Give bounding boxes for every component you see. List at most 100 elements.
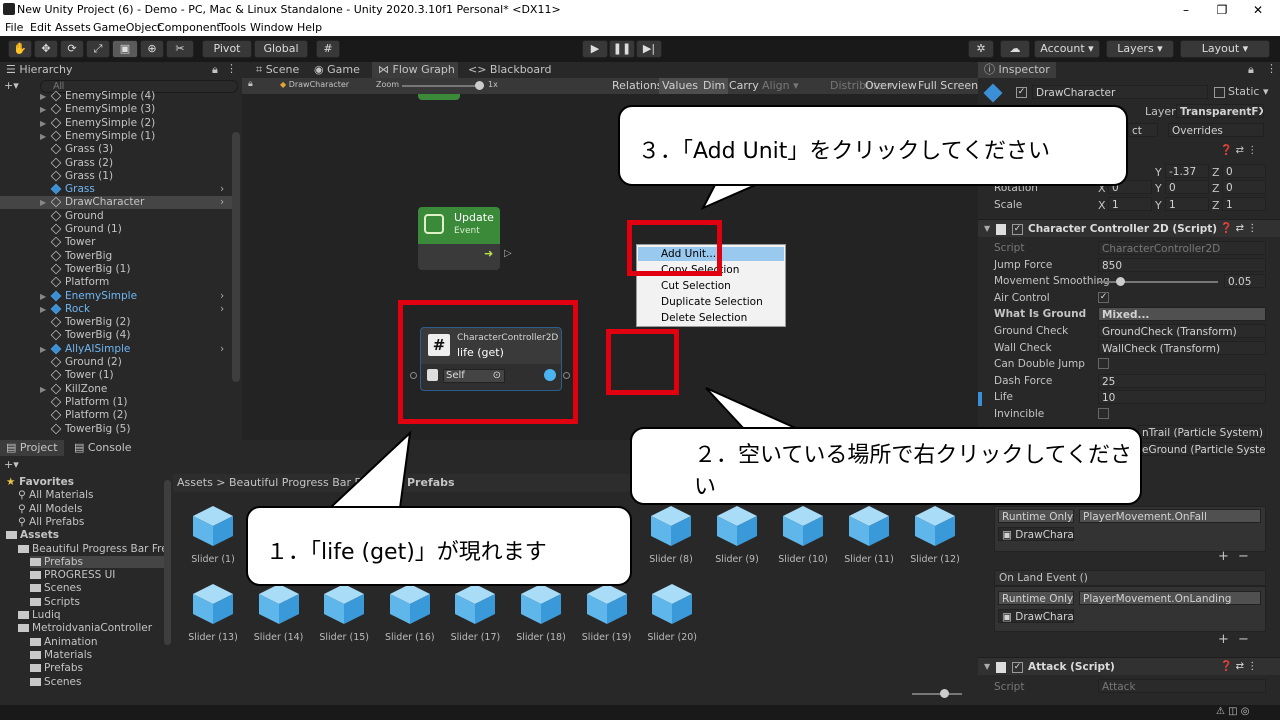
pivot-toggle[interactable]: Pivot xyxy=(202,40,252,58)
expand-arrow-icon[interactable]: ▶ xyxy=(40,117,46,130)
zoom-slider-thumb[interactable] xyxy=(475,81,484,90)
project-tree-item[interactable]: Ludiq xyxy=(18,609,164,621)
foldout-icon[interactable]: ▼ xyxy=(984,658,990,676)
component-enabled-checkbox[interactable]: ✓ xyxy=(1012,224,1023,235)
prefab-asset[interactable]: Slider (13) xyxy=(180,582,246,643)
scale-z-field[interactable]: 1 xyxy=(1222,197,1266,211)
step-button[interactable]: ▶| xyxy=(636,40,662,58)
move-tool-icon[interactable]: ✥ xyxy=(34,40,58,58)
hierarchy-item[interactable]: Grass › xyxy=(0,183,232,196)
target-object-field-2[interactable]: ▣ DrawChara xyxy=(998,609,1074,623)
expand-arrow-icon[interactable]: ▶ xyxy=(40,130,46,143)
add-listener-button-2[interactable]: + xyxy=(1218,632,1229,647)
attack-component-header[interactable]: ▼ ✓ Attack (Script) ❓ ⇄ ⋮ xyxy=(978,657,1280,675)
menu-item-cut-selection[interactable]: Cut Selection xyxy=(661,280,731,292)
hierarchy-item[interactable]: Grass (2) xyxy=(0,157,232,170)
expand-arrow-icon[interactable]: ▶ xyxy=(40,290,46,303)
static-dropdown[interactable]: Static ▾ xyxy=(1228,85,1268,98)
menu-tools[interactable]: Tools xyxy=(219,21,246,34)
tab-blackboard[interactable]: <> Blackboard xyxy=(462,62,557,78)
project-tree-item[interactable]: ★ Favorites xyxy=(6,476,164,488)
icon-size-slider[interactable] xyxy=(912,693,962,695)
overview-button[interactable]: Overview xyxy=(862,78,920,94)
menu-help[interactable]: Help xyxy=(297,21,322,34)
menu-item-delete-selection[interactable]: Delete Selection xyxy=(661,312,747,324)
hierarchy-item[interactable]: ▶ EnemySimple › xyxy=(0,290,232,303)
project-tree-item[interactable]: Prefabs xyxy=(30,555,164,568)
foldout-icon[interactable]: ▼ xyxy=(984,220,990,238)
menu-assets[interactable]: Assets xyxy=(55,21,91,34)
cc-field-checkbox[interactable]: ✓ xyxy=(1098,291,1109,303)
project-tree-item[interactable]: Scenes xyxy=(30,676,164,688)
chevron-right-icon[interactable]: › xyxy=(220,343,224,356)
hierarchy-item[interactable]: ▶ AllyAISimple › xyxy=(0,343,232,356)
hierarchy-item[interactable]: Platform (1) xyxy=(0,396,232,409)
hierarchy-item[interactable]: Grass (1) xyxy=(0,170,232,183)
expand-arrow-icon[interactable]: ▶ xyxy=(40,343,46,356)
cc-field-value[interactable]: Mixed... xyxy=(1098,307,1266,322)
prefab-asset[interactable]: Slider (18) xyxy=(508,582,574,643)
hierarchy-item[interactable]: Platform xyxy=(0,276,232,289)
hierarchy-item[interactable]: ▶ DrawCharacter › xyxy=(0,196,232,210)
flow-output-port[interactable]: ▷ xyxy=(504,248,512,259)
tab-hierarchy[interactable]: ☰ Hierarchy xyxy=(0,62,79,78)
layers-dropdown[interactable]: Layers ▾ xyxy=(1106,40,1174,58)
hierarchy-item[interactable]: TowerBig xyxy=(0,250,232,263)
carry-toggle[interactable]: Carry xyxy=(726,78,762,94)
cc-field-checkbox[interactable] xyxy=(1098,408,1109,419)
hierarchy-item[interactable]: ▶ EnemySimple (3) xyxy=(0,103,232,116)
pos-z-field[interactable]: 0 xyxy=(1222,164,1266,178)
cc-field-value[interactable]: WallCheck (Transform) xyxy=(1098,340,1266,355)
dim-toggle[interactable]: Dim xyxy=(700,78,729,94)
expand-arrow-icon[interactable]: ▶ xyxy=(40,90,46,103)
prefab-asset[interactable]: Slider (9) xyxy=(704,504,770,565)
hierarchy-item[interactable]: Ground (1) xyxy=(0,223,232,236)
status-icons[interactable]: ⚠ ◫ ◎ xyxy=(1216,706,1250,717)
prefab-asset[interactable]: Slider (11) xyxy=(836,504,902,565)
hierarchy-item[interactable]: TowerBig (1) xyxy=(0,263,232,276)
particle-field-2[interactable]: eGround (Particle Syste xyxy=(1138,442,1266,456)
tab-inspector[interactable]: ⓘ Inspector xyxy=(978,62,1056,78)
project-tree-item[interactable]: Prefabs xyxy=(30,662,164,674)
project-tree-item[interactable]: Scripts xyxy=(30,596,164,608)
menu-edit[interactable]: Edit xyxy=(30,21,51,34)
hierarchy-item[interactable]: Ground xyxy=(0,210,232,223)
particle-field-1[interactable]: nTrail (Particle System) xyxy=(1138,425,1266,439)
rect-tool-icon[interactable]: ▣ xyxy=(112,40,138,58)
more-icon[interactable]: ⋮ xyxy=(1266,62,1277,75)
rot-z-field[interactable]: 0 xyxy=(1222,180,1266,194)
cc-field-value[interactable]: 25 xyxy=(1098,373,1266,388)
component-menu-icons[interactable]: ❓ ⇄ ⋮ xyxy=(1220,145,1257,156)
project-tree-item[interactable]: Animation xyxy=(30,636,164,648)
menu-file[interactable]: File xyxy=(5,21,23,34)
hierarchy-item[interactable]: Tower (1) xyxy=(0,369,232,382)
project-tree-item[interactable]: MetroidvaniaController xyxy=(18,622,164,634)
create-asset-button[interactable]: +▾ xyxy=(4,458,19,471)
project-tree-scrollbar[interactable] xyxy=(164,480,171,645)
remove-listener-button[interactable]: − xyxy=(1238,549,1249,564)
custom-tool-icon[interactable]: ✂ xyxy=(166,40,194,58)
expand-arrow-icon[interactable]: ▶ xyxy=(40,196,46,209)
rotate-tool-icon[interactable]: ⟳ xyxy=(60,40,84,58)
project-tree-item[interactable]: Beautiful Progress Bar Fre xyxy=(18,543,168,555)
prefab-asset[interactable]: Slider (12) xyxy=(902,504,968,565)
global-toggle[interactable]: Global xyxy=(254,40,308,58)
rot-y-field[interactable]: 0 xyxy=(1165,180,1209,194)
cloud-icon[interactable]: ☁ xyxy=(1000,40,1030,58)
overrides-dropdown[interactable]: Overrides xyxy=(1168,123,1264,137)
hierarchy-item[interactable]: ▶ KillZone xyxy=(0,383,232,396)
chevron-right-icon[interactable]: › xyxy=(220,196,224,209)
project-tree-item[interactable]: Assets xyxy=(6,529,164,541)
hierarchy-item[interactable]: Platform (2) xyxy=(0,409,232,422)
runtime-dropdown-1[interactable]: Runtime Only ▾ xyxy=(998,509,1074,523)
static-checkbox[interactable] xyxy=(1214,87,1225,98)
tab-scene[interactable]: ⌗ Scene xyxy=(250,62,305,78)
menu-gameobject[interactable]: GameObject xyxy=(93,21,162,34)
component-enabled-checkbox[interactable]: ✓ xyxy=(1012,662,1023,673)
hierarchy-item[interactable]: ▶ EnemySimple (2) xyxy=(0,117,232,130)
align-dropdown[interactable]: Align ▾ xyxy=(759,78,802,94)
lock-icon[interactable]: 🔒︎ xyxy=(1248,63,1254,77)
add-listener-button[interactable]: + xyxy=(1218,549,1229,564)
lock-icon[interactable]: 🔒︎ xyxy=(248,79,253,89)
tab-console[interactable]: ▤ Console xyxy=(68,440,138,456)
